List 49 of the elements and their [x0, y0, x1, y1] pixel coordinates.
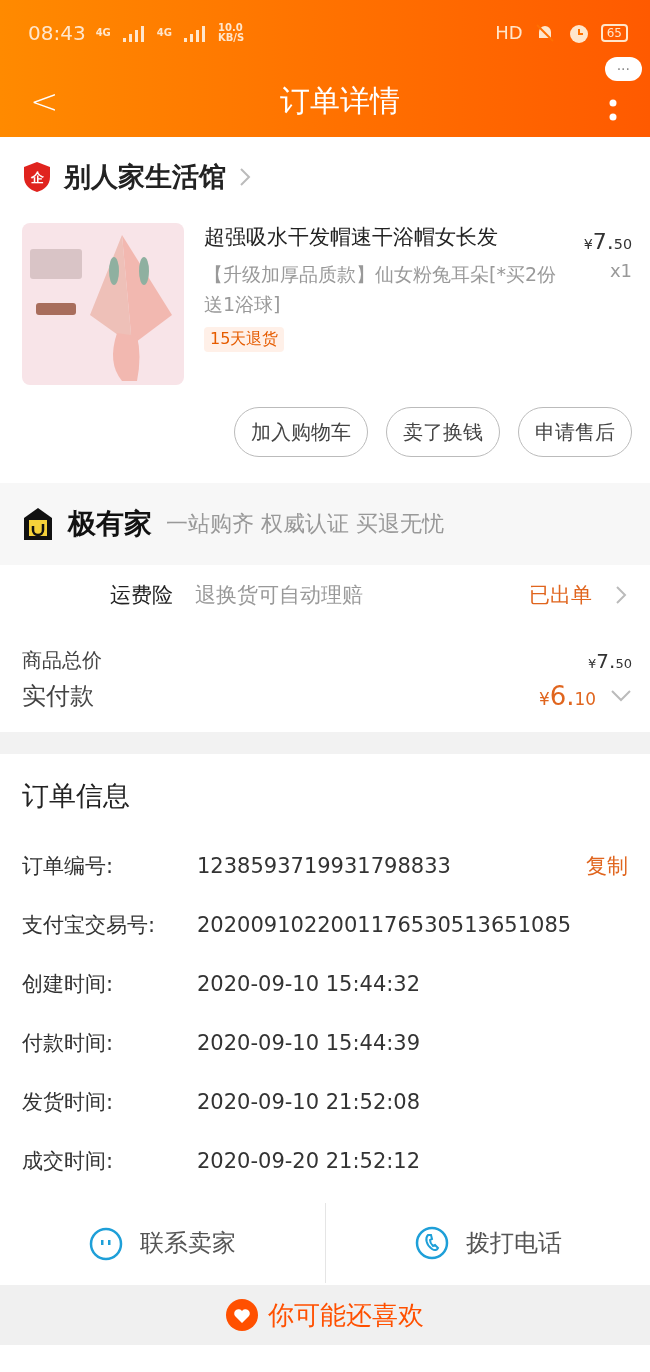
goods-total-label: 商品总价 — [22, 647, 102, 674]
paid-amount: ¥6.10 — [538, 681, 596, 711]
contact-button[interactable]: 联系卖家 — [0, 1200, 325, 1285]
chevron-icon — [614, 584, 628, 606]
battery-level: 65 — [600, 23, 628, 42]
info-value: 2020-09-10 15:44:39 — [197, 1030, 422, 1055]
network-label: 4G — [95, 27, 111, 38]
goods-total-amount: ¥7.50 — [588, 648, 632, 673]
enterprise-shield-icon: 企 — [22, 161, 52, 193]
info-label: 付款时间: — [22, 1029, 115, 1057]
product-title[interactable]: 超强吸水干发帽速干浴帽女长发 — [204, 223, 564, 251]
action-button[interactable]: 卖了换钱 — [386, 407, 500, 457]
info-label: 订单编号: — [22, 852, 115, 880]
status-time: 08:43 — [28, 20, 86, 45]
info-label: 成交时间: — [22, 1147, 115, 1175]
network-label: 4G — [156, 27, 172, 38]
brand-name: 极有家 — [68, 506, 152, 542]
hd-label: HD — [495, 22, 523, 43]
insurance-description: 退换货可自动理赔 — [195, 582, 364, 609]
signal-icon — [182, 23, 208, 42]
info-label: 创建时间: — [22, 970, 115, 998]
chevron-icon — [238, 166, 252, 188]
shop-name[interactable]: 别人家生活馆 — [64, 159, 226, 195]
info-value: 2020-09-10 15:44:32 — [197, 971, 422, 996]
action-button[interactable]: 加入购物车 — [234, 407, 368, 457]
info-label: 支付宝交易号: — [22, 911, 157, 939]
info-value: 2020-09-10 21:52:08 — [197, 1089, 422, 1114]
info-value: 2020-09-20 21:52:12 — [197, 1148, 422, 1173]
brand-slogan: 一站购齐 权威认证 买退无忧 — [166, 510, 444, 538]
product-quantity: x1 — [609, 260, 632, 281]
more-bubble[interactable]: ··· — [604, 57, 642, 81]
phone-icon — [413, 1224, 450, 1261]
network-speed: 10.0 KB/S — [218, 22, 245, 43]
page-title: 订单详情 — [279, 81, 401, 120]
paid-label: 实付款 — [22, 681, 94, 712]
insurance-label: 运费险 — [110, 582, 173, 609]
section-title: 订单信息 — [22, 779, 131, 813]
product-sku: 【升级加厚品质款】仙女粉兔耳朵[*买2份送1浴球] — [204, 262, 557, 317]
contact-button[interactable]: 拨打电话 — [325, 1200, 650, 1285]
info-label: 发货时间: — [22, 1088, 115, 1116]
recommend-title: 你可能还喜欢 — [268, 1298, 424, 1332]
info-value: 1238593719931798833 — [197, 853, 452, 878]
signal-icon — [120, 23, 147, 42]
return-policy-tag: 15天退货 — [204, 327, 285, 352]
house-logo-icon — [22, 506, 54, 542]
info-value: 2020091022001176530513651085 — [197, 912, 573, 937]
action-button[interactable]: 申请售后 — [518, 407, 632, 457]
product-price: ¥7.50 — [583, 229, 632, 254]
expand-caret-icon[interactable] — [610, 689, 632, 703]
